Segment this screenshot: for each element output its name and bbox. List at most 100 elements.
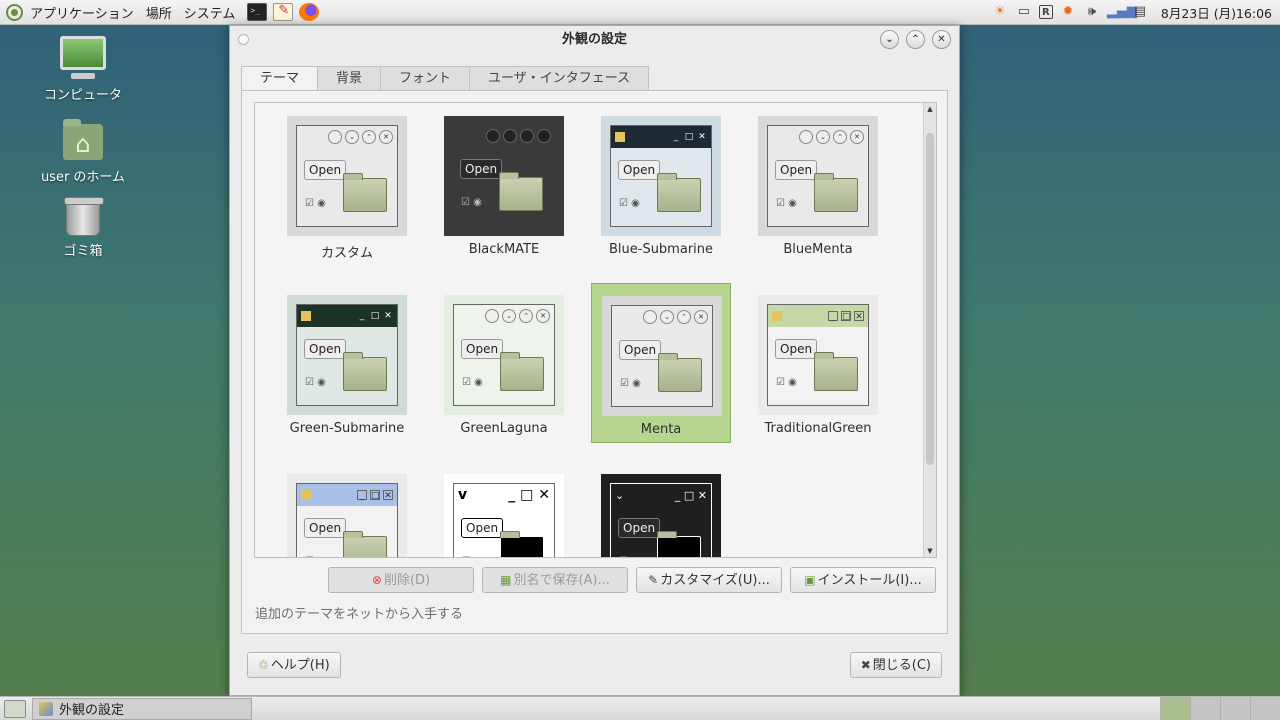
theme-preview: _□✕Open☑ ◉: [287, 474, 407, 557]
window-control-icon: ⌄: [660, 310, 674, 324]
close-button[interactable]: ✖ 閉じる(C): [849, 652, 942, 678]
folder-icon: [343, 173, 387, 212]
theme-item[interactable]: _ □ ✕ Open ☑ ◉ Blue-Submarine: [591, 104, 731, 264]
save-as-button[interactable]: ▦ 別名で保存(A)...: [482, 567, 628, 593]
screenshot-icon[interactable]: ▤: [1131, 3, 1149, 21]
menu-applications[interactable]: アプリケーション: [0, 0, 140, 25]
close-window-button[interactable]: ✕: [932, 30, 951, 49]
appearance-icon: [39, 701, 53, 716]
terminal-icon[interactable]: [247, 3, 268, 21]
menu-system[interactable]: システム: [178, 0, 242, 25]
preview-checkbox-icon: ☑ ◉: [619, 556, 640, 557]
window-control-icon: ⌄: [345, 130, 359, 144]
tab-background[interactable]: 背景: [317, 66, 382, 90]
clock[interactable]: 8月23日 (月)16:06: [1161, 3, 1272, 22]
desktop-icon-computer[interactable]: コンピュータ: [28, 36, 138, 103]
tab-theme[interactable]: テーマ: [241, 66, 319, 91]
maximize-button[interactable]: ⌃: [906, 30, 925, 49]
theme-item[interactable]: Open ☑ ◉ BlackMATE: [434, 104, 574, 264]
theme-item[interactable]: _□✕ Open ☑ ◉: [277, 462, 417, 557]
window-control-icon: ✕: [850, 130, 864, 144]
window-control-icon: [328, 130, 342, 144]
theme-list[interactable]: ⌄ ⌃ ✕ Open ☑ ◉ カスタム Open ☑ ◉ BlackMATE _ □ ✕ Open ☑ ◉…: [254, 102, 937, 558]
preview-checkbox-icon: ☑ ◉: [776, 198, 797, 209]
theme-item[interactable]: v _ □ ✕Open ☑ ◉: [434, 462, 574, 557]
theme-name: GreenLaguna: [460, 421, 548, 436]
folder-icon: [657, 531, 701, 557]
delete-icon: ⊗: [371, 573, 382, 587]
tab-fonts[interactable]: フォント: [380, 66, 471, 90]
show-desktop-icon[interactable]: [4, 699, 26, 718]
help-button[interactable]: ♲ ヘルプ(H): [247, 652, 341, 678]
close-icon: ✖: [860, 658, 871, 672]
menu-applications-label: アプリケーション: [30, 6, 134, 22]
window-control-icon: ✕: [698, 132, 706, 142]
delete-label: 削除(D): [383, 573, 431, 588]
scroll-down-icon[interactable]: ▼: [926, 547, 934, 555]
theme-item[interactable]: _ □ ✕ Open ☑ ◉ Green-Submarine: [277, 283, 417, 443]
install-button[interactable]: ▣ インストール(I)...: [790, 567, 936, 593]
preview-open-button: Open: [461, 518, 504, 538]
preview-open-button: Open: [618, 518, 661, 538]
preview-checkbox-icon: ☑ ◉: [305, 556, 326, 557]
theme-item[interactable]: ⌄ ⌃ ✕ Open ☑ ◉ BlueMenta: [748, 104, 888, 264]
theme-preview: _□✕Open☑ ◉: [601, 116, 721, 236]
menu-system-label: システム: [183, 6, 236, 22]
desktop-icon-home[interactable]: user のホーム: [28, 119, 138, 185]
workspace-switcher[interactable]: [1160, 697, 1280, 720]
window-control-icon: _: [828, 311, 838, 322]
workspace-3[interactable]: [1220, 697, 1250, 720]
theme-item[interactable]: ⌄ ⌃ ✕ Open ☑ ◉ GreenLaguna: [434, 283, 574, 443]
preview-checkbox-icon: ☑ ◉: [305, 198, 326, 209]
mate-logo-icon: [6, 3, 23, 21]
help-icon: ♲: [258, 658, 269, 672]
minimize-icon[interactable]: ▭: [1015, 3, 1033, 21]
window-menu-icon[interactable]: [238, 34, 249, 45]
menu-places[interactable]: 場所: [140, 0, 178, 25]
theme-name: BlueMenta: [783, 242, 853, 257]
close-label: 閉じる(C): [872, 658, 931, 673]
theme-item[interactable]: ⌄ ⌃ ✕ Open ☑ ◉ Menta: [591, 283, 731, 443]
workspace-4[interactable]: [1250, 697, 1280, 720]
theme-name: Green-Submarine: [289, 421, 405, 436]
trash-icon: [64, 197, 104, 236]
window-control-icon: ⌄: [502, 309, 516, 323]
theme-item[interactable]: ⌄ _ □ ✕ Open ☑ ◉: [591, 462, 731, 557]
preview-window: ⌄ _ □ ✕ Open ☑ ◉: [610, 483, 712, 557]
text-editor-icon[interactable]: [273, 3, 294, 21]
get-more-themes-link[interactable]: 追加のテーマをネットから入手する: [255, 603, 463, 622]
firefox-icon[interactable]: [299, 3, 320, 21]
theme-preview: Open ☑ ◉: [444, 116, 564, 236]
preview-open-button: Open: [619, 340, 662, 360]
network-icon[interactable]: ▂▄▆: [1107, 3, 1137, 21]
theme-preview: ⌄ ⌃ ✕ Open ☑ ◉: [444, 295, 564, 415]
preview-open-button: Open: [304, 160, 347, 180]
window-control-icon: v: [458, 487, 468, 503]
tab-interface[interactable]: ユーザ・インタフェース: [469, 66, 650, 90]
taskbar-item-appearance[interactable]: 外観の設定: [32, 697, 252, 720]
theme-list-scrollbar[interactable]: ▲ ▼: [923, 103, 936, 557]
volume-icon[interactable]: 🕪: [1083, 3, 1101, 21]
preview-open-button: Open: [618, 160, 661, 180]
window-control-icon: _: [357, 490, 367, 501]
customize-icon: ✎: [648, 573, 659, 587]
workspace-1[interactable]: [1160, 697, 1190, 720]
preview-checkbox-icon: ☑ ◉: [462, 556, 483, 557]
workspace-2[interactable]: [1190, 697, 1220, 720]
desktop-icon-trash[interactable]: ゴミ箱: [28, 197, 138, 259]
delete-button[interactable]: ⊗ 削除(D): [328, 567, 474, 593]
scroll-up-icon[interactable]: ▲: [926, 105, 934, 113]
theme-item[interactable]: _ □ ✕ Open ☑ ◉ TraditionalGreen: [748, 283, 888, 443]
minimize-button[interactable]: ⌄: [880, 30, 899, 49]
desktop-icon-label: ゴミ箱: [63, 244, 103, 259]
theme-item[interactable]: ⌄ ⌃ ✕ Open ☑ ◉ カスタム: [277, 104, 417, 264]
gear-icon[interactable]: ✹: [1059, 3, 1077, 21]
window-titlebar[interactable]: 外観の設定 ⌄ ⌃ ✕: [230, 26, 959, 54]
window-control-icon: □: [841, 311, 851, 322]
window-control-icon: ⌄: [816, 130, 830, 144]
updates-icon[interactable]: ☀: [991, 3, 1009, 21]
scrollbar-thumb[interactable]: [926, 133, 934, 465]
customize-button[interactable]: ✎ カスタマイズ(U)...: [636, 567, 782, 593]
window-control-icon: ✕: [383, 490, 393, 501]
r-icon[interactable]: R: [1038, 5, 1053, 19]
